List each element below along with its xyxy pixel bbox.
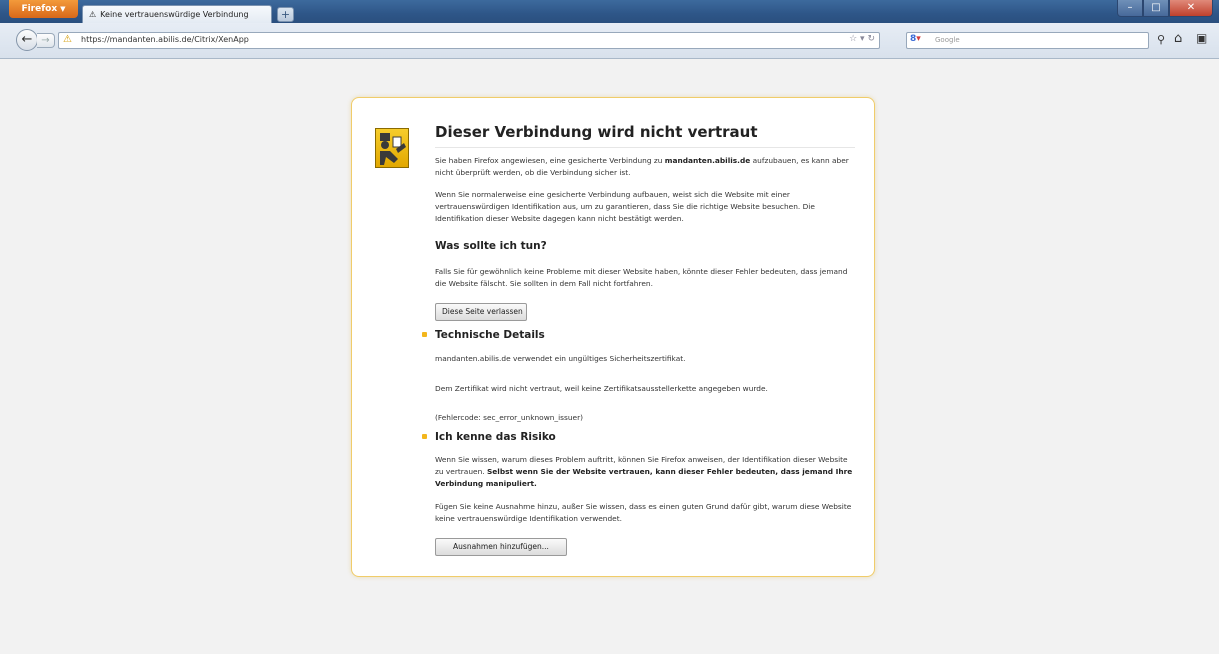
error-content: Dieser Verbindung wird nicht vertraut Si… (422, 123, 855, 556)
window-controls: – □ ✕ (1117, 0, 1213, 17)
understand-risks-heading[interactable]: Ich kenne das Risiko (435, 431, 556, 443)
warning-icon: ⚠ (63, 34, 72, 45)
search-input[interactable]: Google (935, 36, 960, 44)
error-code: (Fehlercode: sec_error_unknown_issuer) (435, 413, 584, 422)
page-title: Dieser Verbindung wird nicht vertraut (435, 123, 855, 148)
url-text[interactable]: https://mandanten.abilis.de/Citrix/XenAp… (81, 35, 249, 44)
cert-error-box: Dieser Verbindung wird nicht vertraut Si… (351, 97, 875, 577)
risk-text: Wenn Sie wissen, warum dieses Problem au… (435, 454, 853, 490)
what-to-do-text: Falls Sie für gewöhnlich keine Probleme … (435, 267, 848, 288)
risk-text-2: Fügen Sie keine Ausnahme hinzu, außer Si… (435, 502, 852, 523)
forward-button[interactable]: → (37, 33, 55, 48)
url-bar[interactable]: ⚠ https://mandanten.abilis.de/Citrix/Xen… (58, 32, 880, 49)
tech-detail-line: Dem Zertifikat wird nicht vertraut, weil… (435, 384, 768, 393)
expand-bullet-icon (422, 332, 427, 337)
intro-text: Sie haben Firefox angewiesen, eine gesic… (435, 155, 850, 179)
search-icon[interactable]: ⚲ (1157, 33, 1165, 46)
title-bar: Firefox ▼ ⚠ Keine vertrauenswürdige Verb… (0, 0, 1219, 23)
google-icon[interactable]: 8▾ (910, 34, 921, 44)
star-icon[interactable]: ☆ (849, 34, 857, 44)
leave-page-button[interactable]: Diese Seite verlassen (435, 303, 527, 321)
intro-host: mandanten.abilis.de (664, 156, 751, 165)
explanation-text: Wenn Sie normalerweise eine gesicherte V… (435, 190, 815, 223)
tech-detail-line: mandanten.abilis.de verwendet ein ungült… (435, 354, 686, 363)
back-button[interactable]: ← (16, 29, 38, 51)
chevron-down-icon[interactable]: ▾ (860, 34, 865, 44)
close-window-button[interactable]: ✕ (1169, 0, 1213, 17)
risk-text-bold: Selbst wenn Sie der Website vertrauen, k… (435, 467, 853, 488)
tab-title: Keine vertrauenswürdige Verbindung (100, 10, 249, 19)
bookmarks-icon[interactable]: ▣ (1196, 31, 1207, 45)
maximize-button[interactable]: □ (1143, 0, 1169, 17)
expand-bullet-icon (422, 434, 427, 439)
intro-text-start: Sie haben Firefox angewiesen, eine gesic… (435, 156, 665, 165)
firefox-menu-label: Firefox (21, 4, 58, 14)
police-officer-icon (375, 128, 409, 168)
url-bar-icons: ☆ ▾ ↻ (849, 34, 875, 44)
tab-active[interactable]: ⚠ Keine vertrauenswürdige Verbindung (82, 5, 272, 23)
minimize-button[interactable]: – (1117, 0, 1143, 17)
warning-icon: ⚠ (89, 10, 97, 19)
add-exception-button[interactable]: Ausnahmen hinzufügen... (435, 538, 567, 556)
chevron-down-icon: ▼ (60, 5, 66, 13)
firefox-menu-button[interactable]: Firefox ▼ (9, 0, 78, 18)
reload-icon[interactable]: ↻ (867, 34, 875, 44)
new-tab-button[interactable]: + (277, 7, 294, 22)
home-icon[interactable]: ⌂ (1174, 31, 1182, 46)
technical-details-heading[interactable]: Technische Details (435, 329, 545, 341)
what-to-do-heading: Was sollte ich tun? (435, 240, 547, 252)
search-bar[interactable]: 8▾ Google (906, 32, 1149, 49)
navigation-toolbar: ← → ⚠ https://mandanten.abilis.de/Citrix… (0, 23, 1219, 59)
